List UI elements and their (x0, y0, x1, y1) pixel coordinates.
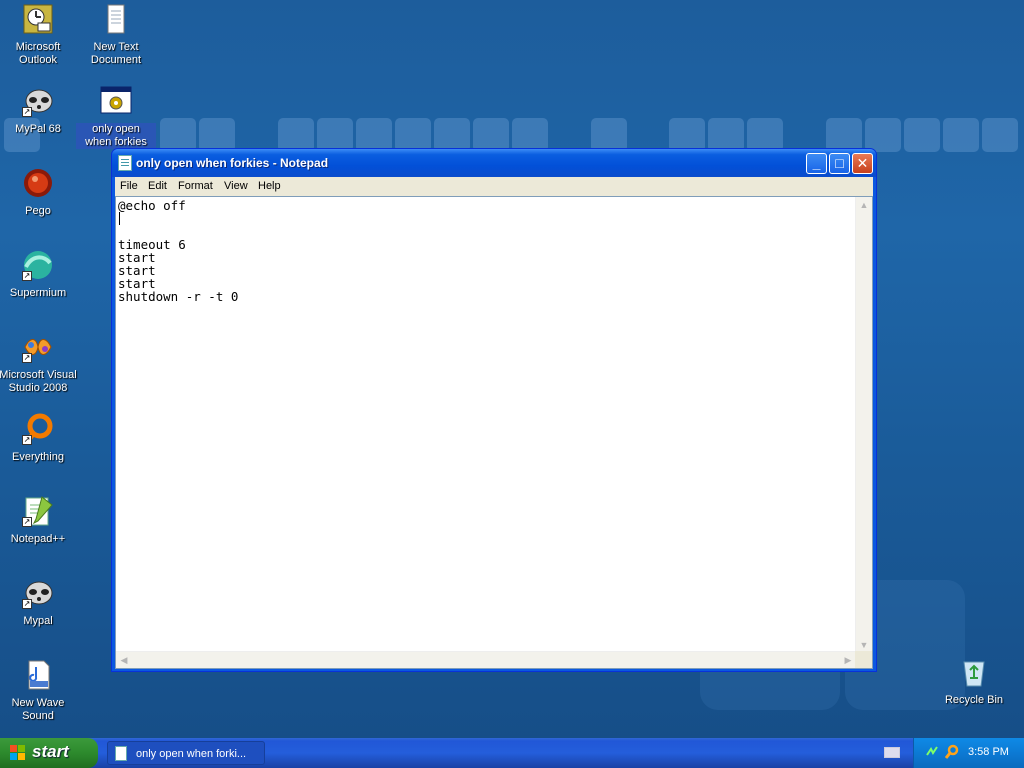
desktop-icon-everything[interactable]: ↗ Everything (0, 413, 78, 464)
text-caret (119, 212, 120, 225)
document-text[interactable]: @echo off timeout 6 start start start sh… (118, 199, 856, 303)
shortcut-arrow-icon: ↗ (22, 517, 32, 527)
start-label: start (32, 742, 69, 761)
taskbar: start only open when forki... 3:58 PM (0, 738, 1024, 768)
close-button[interactable]: ✕ (852, 153, 873, 174)
scroll-right-arrow-icon[interactable]: ▶ (840, 652, 856, 668)
menu-view[interactable]: View (224, 180, 248, 192)
desktop-icon-label: only open when forkies (76, 123, 156, 149)
notepad-window[interactable]: only open when forkies - Notepad _ □ ✕ F… (111, 148, 877, 672)
mypal-icon: ↗ (22, 577, 54, 609)
desktop-icon-recycle-bin[interactable]: Recycle Bin (934, 656, 1014, 707)
minimize-button[interactable]: _ (806, 153, 827, 174)
pego-icon (22, 167, 54, 199)
desktop-icon-microsoft-outlook[interactable]: Microsoft Outlook (0, 3, 78, 67)
taskbar-item-label: only open when forki... (136, 748, 247, 760)
menu-help[interactable]: Help (258, 180, 281, 192)
recycle-bin-icon (958, 656, 990, 688)
vertical-scrollbar[interactable]: ▲ ▼ (855, 197, 872, 653)
desktop-icon-new-wave-sound[interactable]: New Wave Sound (0, 659, 78, 723)
shortcut-arrow-icon: ↗ (22, 435, 32, 445)
mypal-icon: ↗ (22, 85, 54, 117)
desktop-icon-label: Pego (25, 205, 51, 217)
desktop-icon-pego[interactable]: Pego (0, 167, 78, 218)
notepadpp-icon: ↗ (22, 495, 54, 527)
desktop-icon-mypal[interactable]: ↗ Mypal (0, 577, 78, 628)
desktop-icon-label: Everything (12, 451, 64, 463)
supermium-icon: ↗ (22, 249, 54, 281)
everything-search-icon: ↗ (22, 413, 54, 445)
notepad-icon (115, 746, 127, 761)
shortcut-arrow-icon: ↗ (22, 353, 32, 363)
clock[interactable]: 3:58 PM (968, 746, 1009, 758)
shortcut-arrow-icon: ↗ (22, 599, 32, 609)
system-tray: 3:58 PM (913, 738, 1024, 768)
outlook-icon (22, 3, 54, 35)
network-icon[interactable] (925, 745, 939, 759)
desktop-icon-visual-studio-2008[interactable]: ↗ Microsoft Visual Studio 2008 (0, 331, 78, 395)
taskbar-item-notepad[interactable]: only open when forki... (107, 741, 265, 765)
desktop-icon-mypal-68[interactable]: ↗ MyPal 68 (0, 85, 78, 136)
desktop-icon-label: Mypal (23, 615, 53, 627)
text-editor-area[interactable]: @echo off timeout 6 start start start sh… (115, 196, 873, 669)
scroll-up-arrow-icon[interactable]: ▲ (856, 197, 872, 213)
horizontal-scrollbar[interactable]: ◀ ▶ (116, 651, 856, 668)
desktop-icon-supermium[interactable]: ↗ Supermium (0, 249, 78, 300)
window-title: only open when forkies - Notepad (136, 156, 329, 170)
desktop-icon-label: Recycle Bin (944, 694, 1004, 706)
desktop-icon-label: MyPal 68 (15, 123, 61, 135)
menu-edit[interactable]: Edit (148, 180, 167, 192)
text-document-icon (100, 3, 132, 35)
menu-bar: File Edit Format View Help (115, 177, 873, 196)
shortcut-arrow-icon: ↗ (22, 271, 32, 281)
desktop-icon-label: New Text Document (90, 41, 142, 66)
shortcut-arrow-icon: ↗ (22, 107, 32, 117)
desktop-icon-label: Microsoft Outlook (15, 41, 61, 66)
desktop-icon-label: Notepad++ (10, 533, 66, 545)
batch-file-icon (100, 85, 132, 117)
desktop-icon-only-open-when-forkies[interactable]: only open when forkies (76, 85, 156, 149)
maximize-button[interactable]: □ (829, 153, 850, 174)
wave-sound-icon (22, 659, 54, 691)
window-titlebar[interactable]: only open when forkies - Notepad _ □ ✕ (112, 149, 876, 177)
notepad-icon (118, 155, 132, 171)
start-button[interactable]: start (0, 738, 98, 768)
desktop-icon-new-text-document[interactable]: New Text Document (76, 3, 156, 67)
desktop-icon-label: Microsoft Visual Studio 2008 (0, 369, 77, 394)
menu-file[interactable]: File (120, 180, 138, 192)
desktop-icon-label: Supermium (9, 287, 67, 299)
scroll-left-arrow-icon[interactable]: ◀ (116, 652, 132, 668)
menu-format[interactable]: Format (178, 180, 213, 192)
desktop-icon-notepadpp[interactable]: ↗ Notepad++ (0, 495, 78, 546)
windows-logo-icon (10, 745, 26, 761)
resize-grip[interactable] (855, 651, 872, 668)
desktop-icon-label: New Wave Sound (11, 697, 65, 722)
visual-studio-icon: ↗ (22, 331, 54, 363)
search-icon[interactable] (945, 744, 959, 760)
keyboard-icon[interactable] (884, 747, 900, 758)
